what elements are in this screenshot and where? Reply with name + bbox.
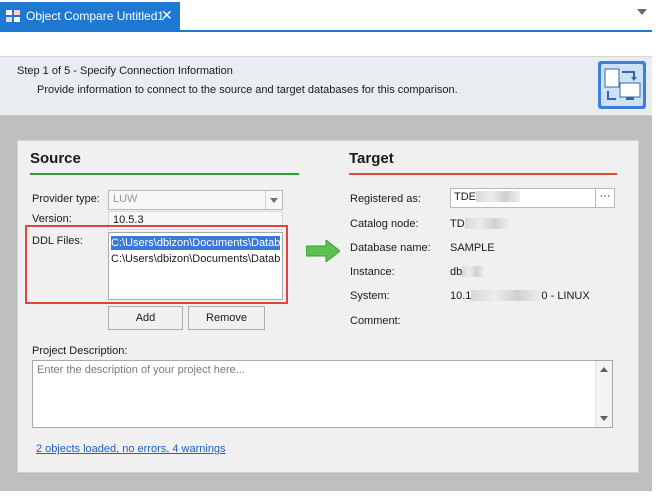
registered-as-value: TDE <box>454 191 520 203</box>
remove-button[interactable]: Remove <box>188 306 265 330</box>
target-title: Target <box>349 150 394 167</box>
system-label: System: <box>350 290 390 302</box>
source-title: Source <box>30 150 81 167</box>
provider-type-select[interactable]: LUW <box>108 190 283 210</box>
window-edge <box>652 0 661 497</box>
provider-type-value: LUW <box>113 193 138 205</box>
provider-type-label: Provider type: <box>32 193 100 205</box>
arrow-right-icon <box>306 240 340 262</box>
catalog-node-label: Catalog node: <box>350 218 419 230</box>
project-description-placeholder: Enter the description of your project he… <box>37 364 245 376</box>
toolstrip <box>0 32 652 57</box>
close-icon[interactable]: ✕ <box>161 7 173 24</box>
project-description-input[interactable]: Enter the description of your project he… <box>32 360 613 428</box>
object-compare-icon <box>6 10 20 22</box>
document-tab-bar: Object Compare Untitled1 ✕ <box>0 0 652 32</box>
step-description: Provide information to connect to the so… <box>37 84 458 96</box>
catalog-node-value: TD <box>450 218 509 230</box>
registered-as-field[interactable]: TDE ··· <box>450 188 615 208</box>
system-value: 10.1 0 - LINUX <box>450 290 590 302</box>
instance-value: db <box>450 266 485 278</box>
connection-wizard-icon <box>598 61 646 109</box>
wizard-header: Step 1 of 5 - Specify Connection Informa… <box>0 57 652 116</box>
chevron-down-icon[interactable] <box>265 191 282 209</box>
database-name-label: Database name: <box>350 242 431 254</box>
instance-label: Instance: <box>350 266 395 278</box>
tab-object-compare[interactable]: Object Compare Untitled1 ✕ <box>0 2 180 30</box>
comment-label: Comment: <box>350 315 401 327</box>
project-description-label: Project Description: <box>32 345 128 357</box>
scroll-down-icon[interactable] <box>600 416 608 421</box>
redacted-text <box>464 218 509 229</box>
browse-button[interactable]: ··· <box>595 189 614 207</box>
scroll-up-icon[interactable] <box>600 367 608 372</box>
target-divider <box>349 173 617 175</box>
status-link[interactable]: 2 objects loaded, no errors, 4 warnings <box>36 443 226 455</box>
registered-as-label: Registered as: <box>350 193 421 205</box>
redacted-text <box>462 266 485 277</box>
redacted-text <box>471 290 542 301</box>
database-name-value: SAMPLE <box>450 242 495 254</box>
version-label: Version: <box>32 213 72 225</box>
vertical-scrollbar[interactable] <box>595 361 612 427</box>
add-button[interactable]: Add <box>108 306 183 330</box>
ddl-files-highlight <box>25 225 288 304</box>
tab-list-dropdown-icon[interactable] <box>637 9 647 15</box>
redacted-text <box>476 191 520 202</box>
tab-title: Object Compare Untitled1 <box>26 9 165 23</box>
source-divider <box>30 173 299 175</box>
step-title: Step 1 of 5 - Specify Connection Informa… <box>17 65 233 77</box>
